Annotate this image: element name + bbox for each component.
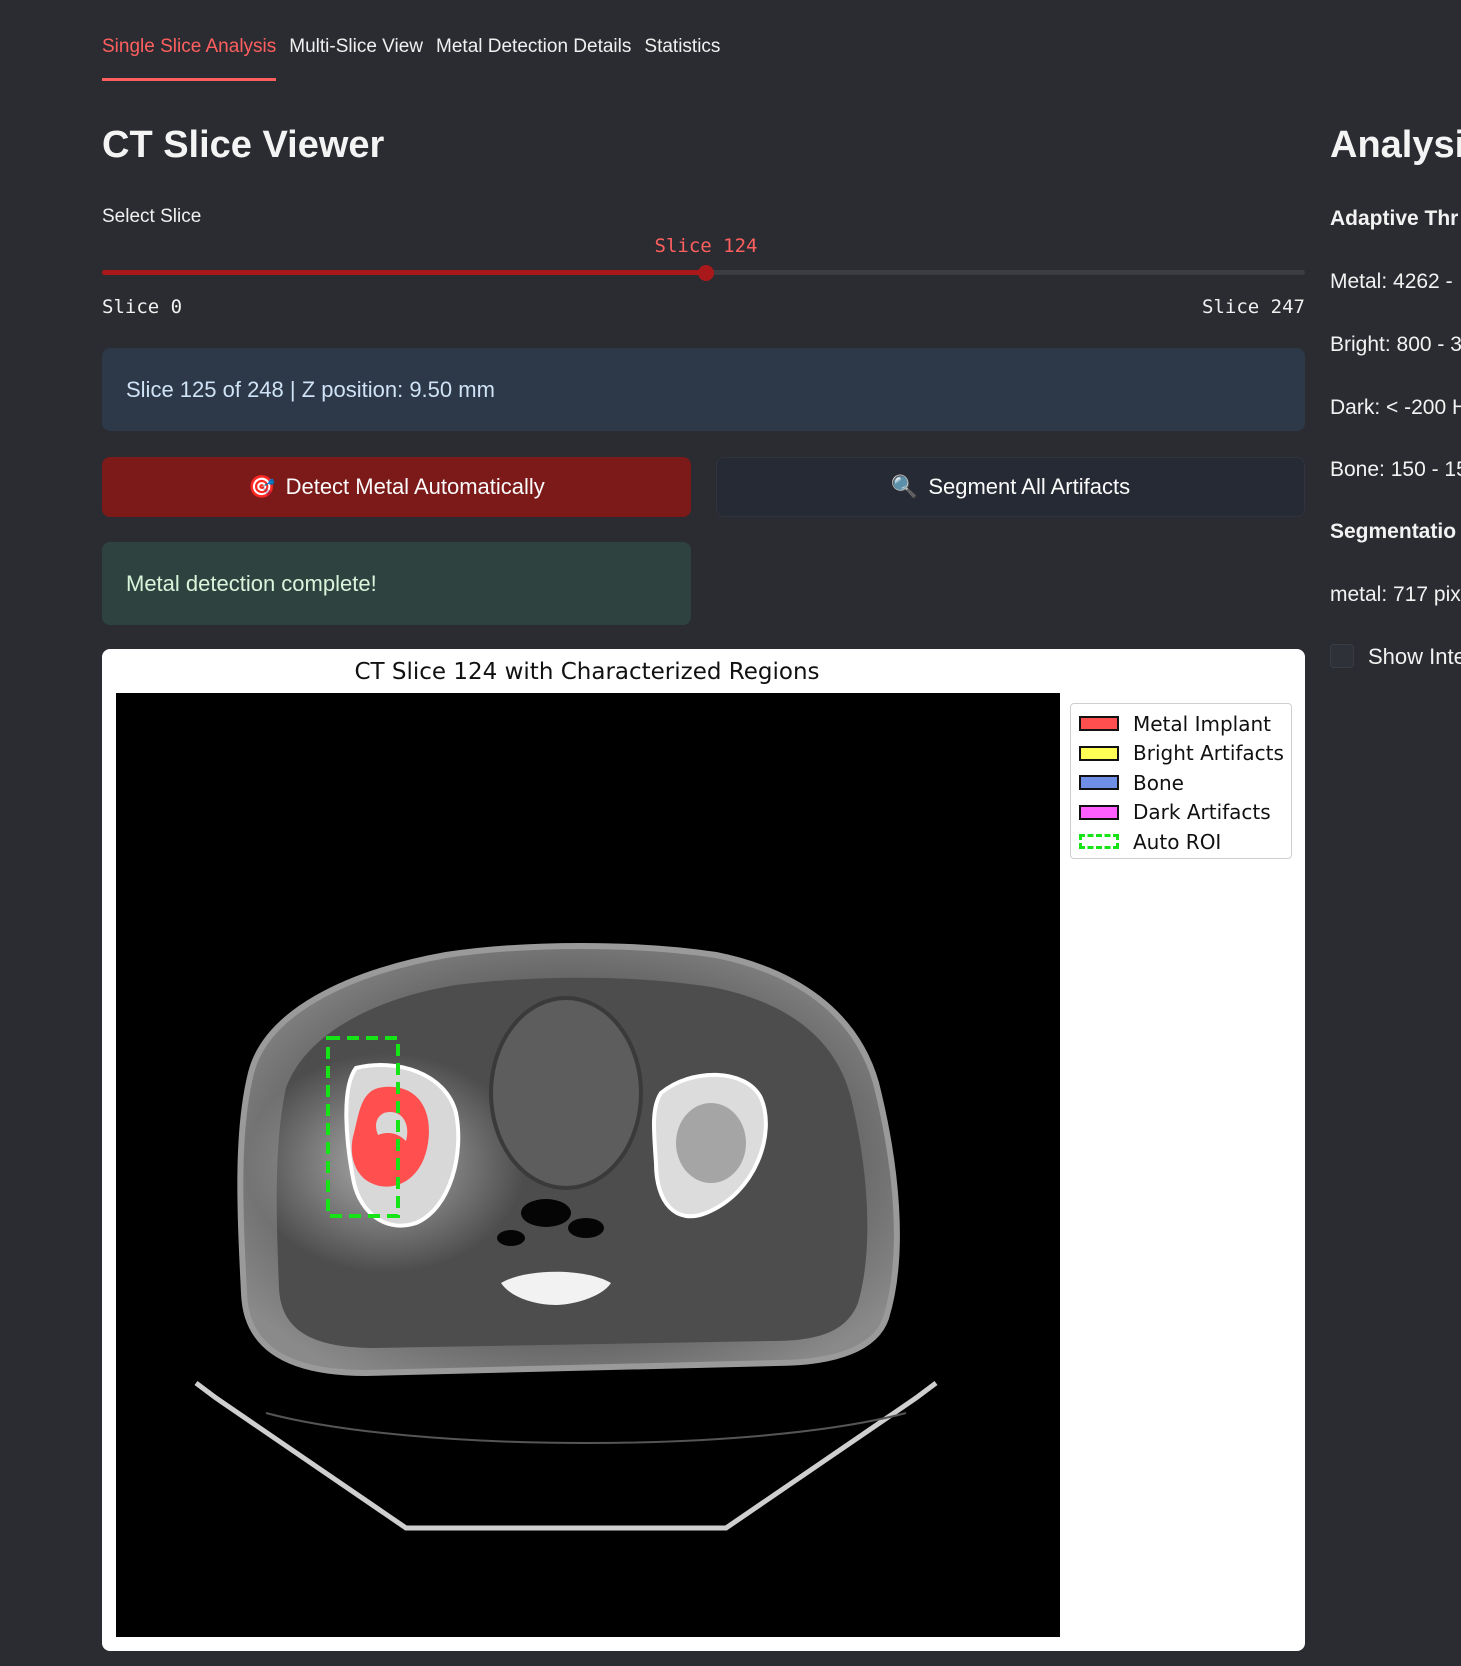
legend-label: Auto ROI <box>1133 829 1222 854</box>
segmentation-heading: Segmentatio <box>1330 520 1457 543</box>
legend-item-dark-artifacts: Dark Artifacts <box>1079 798 1283 828</box>
success-text: Metal detection complete! <box>126 570 377 596</box>
legend-swatch-metal <box>1079 716 1119 732</box>
legend-item-bone: Bone <box>1079 768 1283 798</box>
legend-label: Bright Artifacts <box>1133 741 1284 766</box>
show-intensity-checkbox[interactable] <box>1330 644 1354 668</box>
tab-bar: Single Slice Analysis Multi-Slice View M… <box>102 36 720 81</box>
slice-slider-fill <box>102 270 706 275</box>
legend-label: Metal Implant <box>1133 711 1271 736</box>
slice-info-text: Slice 125 of 248 | Z position: 9.50 mm <box>126 376 495 402</box>
show-intensity-label: Show Inte <box>1368 644 1461 669</box>
legend-swatch-dark <box>1079 804 1119 820</box>
threshold-bone: Bone: 150 - 15 <box>1330 458 1461 481</box>
legend-swatch-bright <box>1079 745 1119 761</box>
ct-slice-drawing <box>194 943 938 1531</box>
segmentation-metal: metal: 717 pix <box>1330 583 1461 606</box>
figure-title: CT Slice 124 with Characterized Regions <box>354 659 820 685</box>
segment-artifacts-label: Segment All Artifacts <box>928 474 1131 499</box>
tab-metal-detection-details[interactable]: Metal Detection Details <box>436 36 631 81</box>
threshold-metal: Metal: 4262 - <box>1330 270 1453 293</box>
target-icon: 🎯 <box>248 474 276 499</box>
legend-item-auto-roi: Auto ROI <box>1079 827 1283 857</box>
legend-swatch-bone <box>1079 775 1119 791</box>
ct-slice-image <box>116 693 1060 1637</box>
legend-label: Bone <box>1133 770 1184 795</box>
segment-artifacts-button[interactable]: 🔍 Segment All Artifacts <box>716 457 1305 517</box>
detect-metal-label: Detect Metal Automatically <box>285 474 545 499</box>
ct-figure: CT Slice 124 with Characterized Regions <box>102 649 1305 1651</box>
tab-single-slice-analysis[interactable]: Single Slice Analysis <box>102 36 277 81</box>
slice-slider-value: Slice 124 <box>654 235 758 257</box>
slice-slider-max: Slice 247 <box>1202 296 1305 318</box>
slice-slider-min: Slice 0 <box>102 296 183 318</box>
legend-item-metal-implant: Metal Implant <box>1079 709 1283 739</box>
tab-multi-slice-view[interactable]: Multi-Slice View <box>289 36 423 81</box>
tab-statistics[interactable]: Statistics <box>644 36 720 81</box>
slice-slider-label: Select Slice <box>102 206 202 227</box>
threshold-dark: Dark: < -200 H <box>1330 396 1461 419</box>
detect-metal-button[interactable]: 🎯 Detect Metal Automatically <box>102 457 691 517</box>
legend-item-bright-artifacts: Bright Artifacts <box>1079 739 1284 769</box>
legend-swatch-roi <box>1079 834 1119 850</box>
analysis-title: Analysis <box>1330 124 1461 166</box>
success-alert: Metal detection complete! <box>102 542 691 625</box>
legend-label: Dark Artifacts <box>1133 800 1271 825</box>
scanner-table <box>194 1381 938 1531</box>
magnifier-icon: 🔍 <box>890 474 919 499</box>
figure-legend: Metal Implant Bright Artifacts Bone Dark… <box>1070 703 1292 859</box>
slice-slider-thumb[interactable] <box>698 265 714 281</box>
bladder <box>489 996 643 1190</box>
adaptive-thresholds-heading: Adaptive Thr <box>1330 207 1459 230</box>
page-title: CT Slice Viewer <box>102 124 385 166</box>
slice-info-box: Slice 125 of 248 | Z position: 9.50 mm <box>102 348 1305 431</box>
threshold-bright: Bright: 800 - 3 <box>1330 333 1461 356</box>
